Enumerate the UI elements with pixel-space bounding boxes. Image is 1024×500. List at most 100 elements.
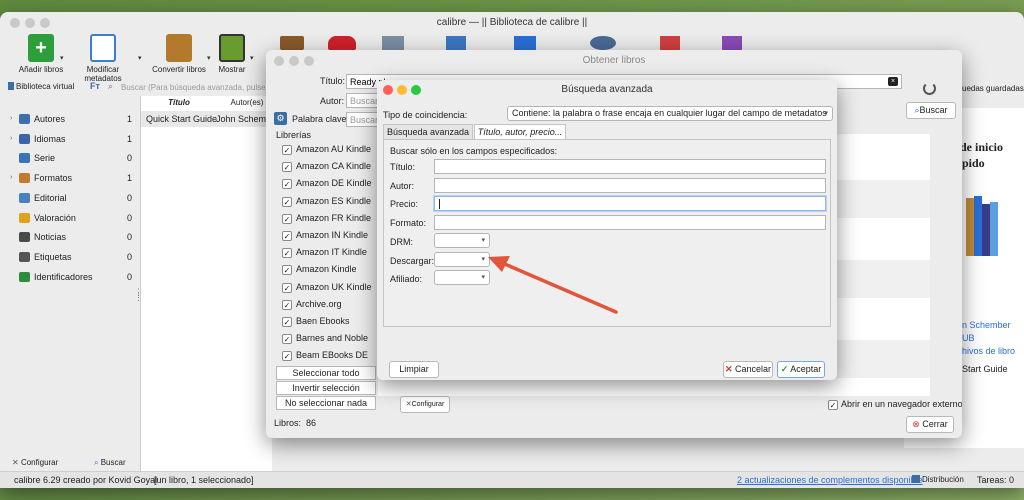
expand-arrow-icon[interactable]: ›: [10, 130, 12, 148]
store-item[interactable]: ✓ Amazon Kindle: [282, 264, 357, 276]
store-item[interactable]: ✓ Archive.org: [282, 299, 342, 310]
minimize-window-button[interactable]: [25, 18, 35, 28]
category-item[interactable]: Editorial 0: [4, 189, 132, 207]
convert-books-dropdown[interactable]: ▾: [207, 54, 211, 62]
category-item[interactable]: Serie 0: [4, 149, 132, 167]
checkbox[interactable]: ✓: [282, 162, 292, 173]
store-item[interactable]: ✓ Amazon ES Kindle: [282, 196, 371, 207]
drm-select[interactable]: ▾: [434, 233, 490, 248]
virtual-library-button[interactable]: Biblioteca virtual: [8, 82, 74, 91]
clear-button[interactable]: Limpiar: [389, 361, 439, 378]
plugin-updates-link[interactable]: 2 actualizaciones de complementos dispon…: [737, 472, 923, 488]
view-book-dropdown[interactable]: ▾: [250, 54, 254, 62]
remove-books-icon[interactable]: [660, 36, 680, 50]
checkbox[interactable]: ✓: [282, 299, 292, 310]
close-window-button[interactable]: [383, 85, 393, 95]
preferences-icon[interactable]: [722, 36, 742, 50]
gear-icon[interactable]: ⚙: [274, 112, 287, 125]
close-button[interactable]: ⊗ Cerrar: [906, 416, 954, 433]
category-item[interactable]: › Autores 1: [4, 110, 132, 128]
zoom-window-button[interactable]: [411, 85, 421, 95]
checkbox[interactable]: ✓: [828, 400, 838, 410]
checkbox[interactable]: ✓: [282, 317, 292, 327]
store-item[interactable]: ✓ Amazon UK Kindle: [282, 282, 372, 293]
checkbox[interactable]: ✓: [282, 231, 292, 241]
save-to-disk-icon[interactable]: [514, 36, 536, 50]
category-item[interactable]: Etiquetas 0: [4, 248, 132, 266]
find-in-tags-button[interactable]: ⌕ Buscar: [94, 458, 126, 468]
store-item[interactable]: ✓ Amazon FR Kindle: [282, 213, 371, 224]
configure-button[interactable]: ✕Configurar: [400, 396, 450, 413]
open-external-checkbox[interactable]: ✓ Abrir en un navegador externo: [828, 399, 962, 410]
accept-button[interactable]: ✓ Aceptar: [777, 361, 825, 378]
column-header-title[interactable]: Título: [141, 98, 217, 107]
author-field[interactable]: [434, 178, 826, 193]
tab-title-author-price[interactable]: Título, autor, precio...: [474, 124, 566, 140]
tab-advanced-search[interactable]: Búsqueda avanzada: [383, 124, 473, 139]
category-label: Serie: [34, 153, 56, 164]
configure-tag-browser-button[interactable]: ✕ Configurar: [12, 458, 58, 467]
view-book-button[interactable]: Mostrar: [212, 34, 252, 74]
jobs-indicator[interactable]: Tareas: 0: [977, 472, 1014, 488]
distribution-button[interactable]: Distribución: [912, 472, 964, 488]
checkbox[interactable]: ✓: [282, 248, 292, 259]
checkbox[interactable]: ✓: [282, 351, 292, 362]
saved-searches-label[interactable]: uedas guardadas: [962, 84, 1024, 93]
store-item[interactable]: ✓ Amazon CA Kindle: [282, 161, 371, 173]
minimize-window-button[interactable]: [397, 85, 407, 95]
category-item[interactable]: Identificadores 0: [4, 268, 132, 286]
category-item[interactable]: › Idiomas 1: [4, 130, 132, 148]
checkbox[interactable]: ✓: [282, 282, 292, 293]
donate-heart-icon[interactable]: [328, 36, 356, 50]
minimize-window-button[interactable]: [289, 56, 299, 66]
checkbox[interactable]: ✓: [282, 334, 292, 345]
select-all-button[interactable]: Seleccionar todo: [276, 366, 376, 380]
read-icon[interactable]: [446, 36, 466, 50]
store-item[interactable]: ✓ Barnes and Noble: [282, 333, 368, 345]
price-field[interactable]: [434, 196, 826, 211]
category-item[interactable]: Valoración 0: [4, 209, 132, 227]
expand-arrow-icon[interactable]: ›: [10, 110, 12, 128]
search-books-button[interactable]: ⌕Buscar: [906, 102, 956, 119]
cancel-button[interactable]: ✕ Cancelar: [723, 361, 773, 378]
store-item[interactable]: ✓ Beam EBooks DE: [282, 350, 368, 362]
invert-selection-button[interactable]: Invertir selección: [276, 381, 376, 395]
format-link[interactable]: UB: [962, 333, 975, 343]
clear-title-icon[interactable]: ×: [888, 77, 898, 86]
edit-metadata-dropdown[interactable]: ▾: [138, 54, 142, 62]
store-item[interactable]: ✓ Amazon IN Kindle: [282, 230, 368, 241]
convert-books-button[interactable]: Convertir libros: [150, 34, 208, 74]
library-icon[interactable]: [280, 36, 304, 50]
checkbox[interactable]: ✓: [282, 265, 292, 276]
edit-metadata-button[interactable]: Modificar metadatos: [68, 34, 138, 83]
title-field[interactable]: [434, 159, 826, 174]
table-row[interactable]: Quick Start Guide John Schember: [141, 111, 273, 127]
files-link[interactable]: hivos de libro: [962, 346, 1015, 356]
store-item[interactable]: ✓ Amazon AU Kindle: [282, 144, 371, 155]
zoom-window-button[interactable]: [40, 18, 50, 28]
device-icon[interactable]: [382, 36, 404, 50]
close-window-button[interactable]: [10, 18, 20, 28]
checkbox[interactable]: ✓: [282, 213, 292, 224]
stores-list[interactable]: ✓ Amazon AU Kindle ✓ Amazon CA Kindle ✓ Amazo…: [276, 144, 376, 366]
checkbox[interactable]: ✓: [282, 196, 292, 207]
checkbox[interactable]: ✓: [282, 145, 292, 155]
store-item[interactable]: ✓ Amazon DE Kindle: [282, 178, 372, 190]
main-search-input[interactable]: [118, 80, 268, 95]
expand-arrow-icon[interactable]: ›: [10, 169, 12, 187]
store-item[interactable]: ✓ Baen Ebooks: [282, 316, 350, 327]
author-link[interactable]: n Schember: [962, 320, 1011, 330]
category-item[interactable]: Noticias 0: [4, 228, 132, 246]
store-item[interactable]: ✓ Amazon IT Kindle: [282, 247, 367, 259]
format-field[interactable]: [434, 215, 826, 230]
book-list[interactable]: Título Autor(es) Quick Start Guide John …: [140, 96, 273, 480]
category-item[interactable]: › Formatos 1: [4, 169, 132, 187]
select-none-button[interactable]: No seleccionar nada: [276, 396, 376, 410]
connect-share-icon[interactable]: [590, 36, 616, 50]
close-window-button[interactable]: [274, 56, 284, 66]
checkbox[interactable]: ✓: [282, 179, 292, 190]
add-books-dropdown[interactable]: ▾: [60, 54, 64, 62]
match-type-select[interactable]: Contiene: la palabra o frase encaja en c…: [507, 106, 833, 121]
zoom-window-button[interactable]: [304, 56, 314, 66]
search-mode-icon[interactable]: Fᴛ: [90, 81, 100, 91]
